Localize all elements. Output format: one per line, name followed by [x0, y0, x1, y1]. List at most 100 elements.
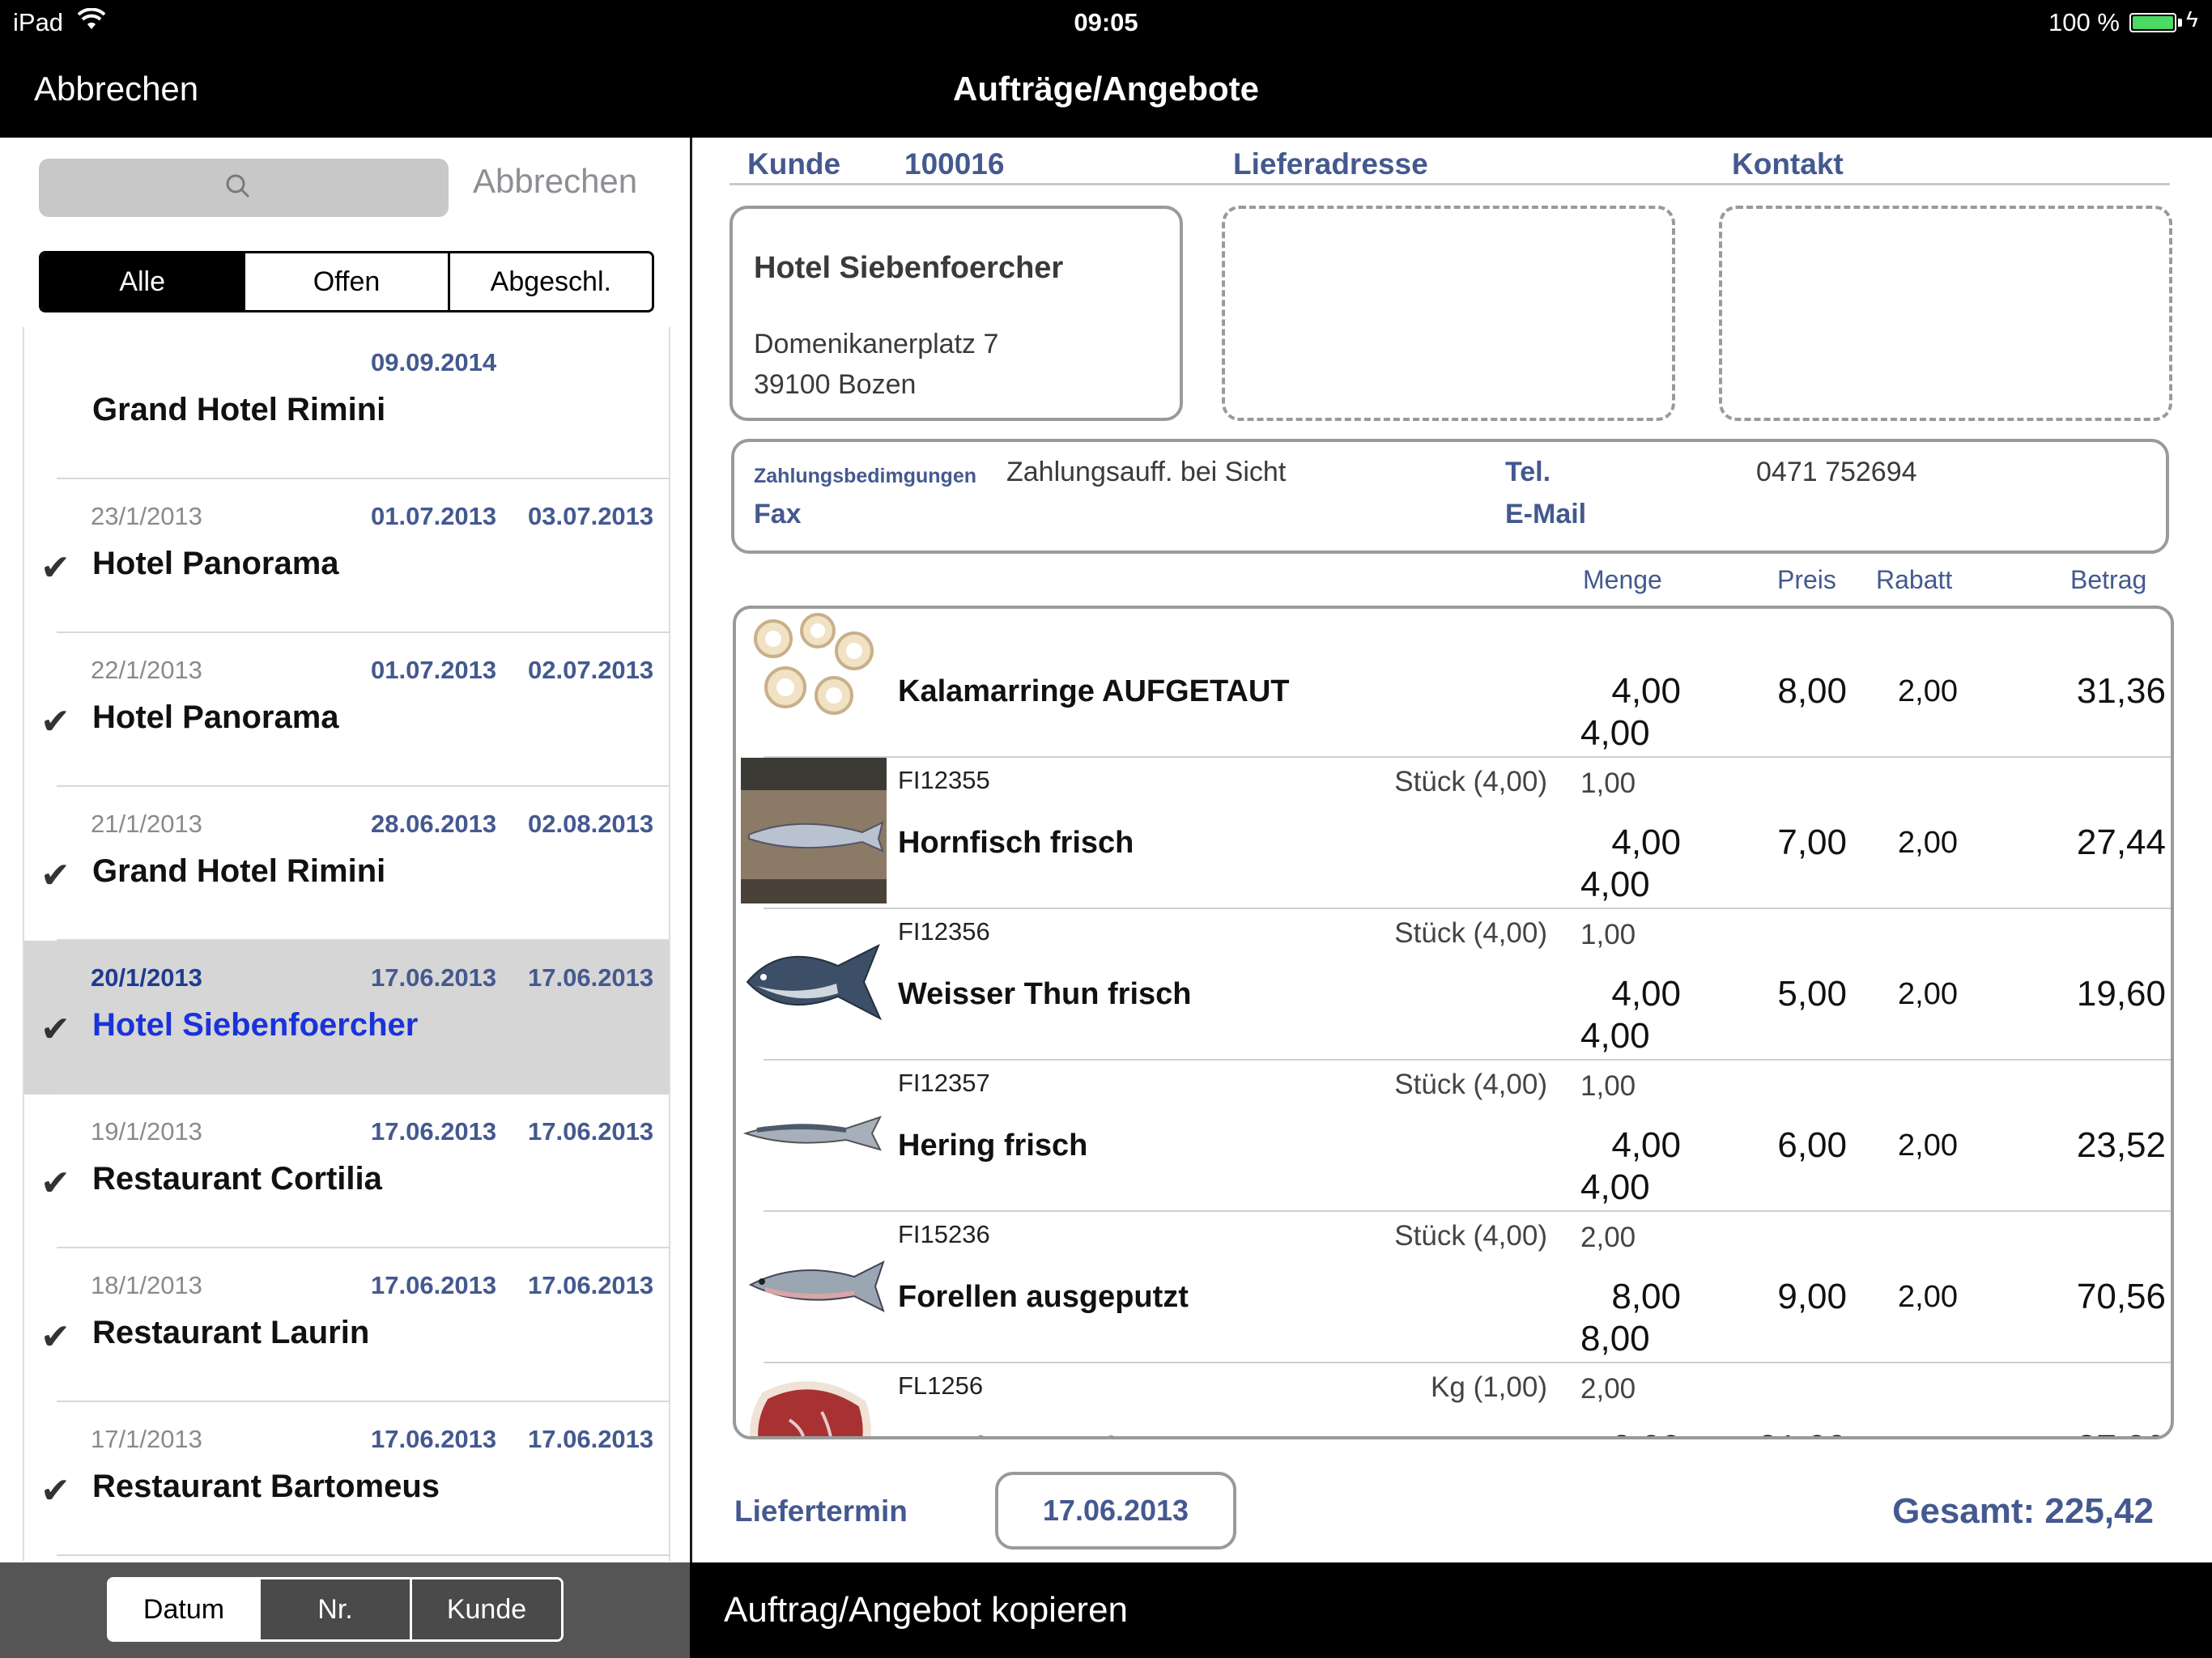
column-price: Preis — [1777, 565, 1836, 594]
product-name: Hering frisch — [898, 1129, 1088, 1163]
delivery-date-label: Liefertermin — [734, 1494, 908, 1528]
copy-order-button[interactable]: Auftrag/Angebot kopieren — [724, 1590, 1128, 1630]
status-bar: iPad 09:05 100 % ϟ — [0, 0, 2212, 45]
column-discount: Rabatt — [1876, 565, 1953, 594]
order-item-row[interactable]: Kalamarringe AUFGETAUT 4,00 4,00 8,00 2,00 31… — [736, 609, 2171, 758]
battery-icon — [2129, 13, 2176, 32]
order-list-pane: Abbrechen Alle Offen Abgeschl. 09.09.201… — [0, 138, 690, 1562]
sort-by-number[interactable]: Nr. — [261, 1579, 412, 1639]
order-date: 17.06.2013 — [371, 1271, 497, 1299]
discount: 2,00 — [1898, 674, 1958, 708]
order-row[interactable]: 20/1/2013 17.06.2013 17.06.2013 ✔ Hotel Sieb… — [24, 941, 669, 1095]
order-total: Gesamt: 225,42 — [1892, 1491, 2154, 1531]
product-name: American Beef — [898, 1431, 1113, 1436]
delivery-address-box[interactable] — [1222, 206, 1675, 421]
line-amount: 19,60 — [2076, 974, 2166, 1014]
order-date: 09.09.2014 — [371, 348, 497, 376]
sort-by-date[interactable]: Datum — [109, 1579, 261, 1639]
nav-cancel-button[interactable]: Abbrechen — [34, 70, 198, 108]
order-number: 21/1/2013 — [91, 810, 202, 838]
discount: 2,00 — [1898, 1129, 1958, 1163]
page-title: Aufträge/Angebote — [953, 70, 1259, 108]
quantity: 2,00 — [1611, 1428, 1681, 1436]
order-customer-name: Restaurant Laurin — [92, 1315, 370, 1350]
order-item-row[interactable]: FI12357 Stück (4,00) Hering frisch 1,00 4,00… — [736, 1061, 2171, 1212]
order-item-row[interactable]: FI15236 Stück (4,00) Forellen ausgeputzt 2,… — [736, 1212, 2171, 1363]
filter-open[interactable]: Offen — [245, 253, 450, 310]
order-item-row[interactable]: FL1256Kg (1,00)American BeefAmerican Bee… — [736, 1363, 2171, 1436]
customer-number: 100016 — [904, 147, 1005, 181]
order-customer-name: Restaurant Cortilia — [92, 1161, 382, 1197]
order-row[interactable]: 21/1/2013 28.06.2013 02.08.2013 ✔ Grand Hote… — [24, 787, 669, 941]
order-row[interactable]: 18/1/2013 17.06.2013 17.06.2013 ✔ Restaurant… — [24, 1248, 669, 1402]
unit-price: 8,00 — [1777, 671, 1847, 711]
quantity: 4,00 — [1611, 1125, 1681, 1165]
clock: 09:05 — [1074, 8, 1138, 36]
checkmark-icon: ✔ — [40, 702, 70, 742]
column-amount: Betrag — [2070, 565, 2147, 594]
product-image — [741, 1363, 887, 1436]
product-code: FI12357 — [898, 1069, 990, 1097]
phone-label: Tel. — [1505, 457, 1551, 487]
order-detail-pane: Kunde 100016 Lieferadresse Kontakt Hotel… — [692, 138, 2212, 1562]
order-item-row[interactable]: FI12355 Stück (4,00) Hornfisch frisch 1,00 4… — [736, 758, 2171, 909]
product-image — [741, 609, 887, 752]
search-icon — [222, 170, 254, 202]
quantity-delivered: 4,00 — [1580, 865, 1650, 904]
order-date: 28.06.2013 — [371, 810, 497, 838]
quantity: 4,00 — [1611, 823, 1681, 862]
order-customer-name: Restaurant Bartomeus — [92, 1469, 440, 1504]
discount: 2,00 — [1898, 977, 1958, 1011]
customer-name: Hotel Siebenfoercher — [754, 251, 1064, 285]
sort-bar: Datum Nr. Kunde — [0, 1562, 690, 1658]
filter-all[interactable]: Alle — [41, 253, 246, 310]
checkmark-icon: ✔ — [40, 1010, 70, 1049]
sort-by-customer[interactable]: Kunde — [412, 1579, 561, 1639]
quantity-delivered: 4,00 — [1580, 1167, 1650, 1207]
line-amount: 37,80 — [2077, 1428, 2166, 1436]
product-unit: Stück (4,00) — [1394, 1069, 1547, 1100]
delivery-address-label: Lieferadresse — [1233, 147, 1428, 181]
search-cancel-button[interactable]: Abbrechen — [473, 162, 637, 201]
unit-price: 6,00 — [1777, 1125, 1847, 1165]
product-unit: Stück (4,00) — [1394, 766, 1547, 797]
order-customer-name: Grand Hotel Rimini — [92, 853, 386, 889]
discount: 2,00 — [1898, 1280, 1958, 1314]
order-customer-name: Hotel Panorama — [92, 546, 339, 581]
product-unit: Kg (1,00) — [1431, 1371, 1547, 1403]
delivery-date: 17.06.2013 — [528, 1117, 654, 1146]
line-amount: 31,36 — [2076, 671, 2166, 711]
order-row[interactable]: 19/1/2013 17.06.2013 17.06.2013 ✔ Restaurant… — [24, 1095, 669, 1248]
checkmark-icon: ✔ — [40, 1471, 70, 1511]
contact-label: Kontakt — [1732, 147, 1844, 181]
contact-box[interactable] — [1719, 206, 2172, 421]
delivery-date-button[interactable]: 17.06.2013 — [995, 1472, 1236, 1550]
charging-icon: ϟ — [2186, 6, 2198, 32]
quantity-delivered: 4,00 — [1580, 713, 1650, 753]
discount: 2,00 — [1898, 826, 1958, 860]
order-number: 23/1/2013 — [91, 502, 202, 530]
copy-toolbar: Auftrag/Angebot kopieren — [690, 1562, 2212, 1658]
order-row[interactable]: 09.09.2014 Grand Hotel Rimini — [24, 327, 669, 479]
customer-street: Domenikanerplatz 7 — [754, 329, 999, 359]
nav-bar: Abbrechen Aufträge/Angebote — [0, 45, 2212, 138]
order-row[interactable]: 22/1/2013 01.07.2013 02.07.2013 ✔ Hotel Pano… — [24, 633, 669, 787]
discount: 10,00 — [1881, 1431, 1958, 1436]
fax-label: Fax — [754, 499, 802, 529]
order-date: 01.07.2013 — [371, 502, 497, 530]
filter-closed[interactable]: Abgeschl. — [449, 253, 652, 310]
customer-address-box[interactable]: Hotel Siebenfoercher Domenikanerplatz 7 … — [730, 206, 1183, 421]
order-row[interactable]: 23/1/2013 01.07.2013 03.07.2013 ✔ Hotel Pano… — [24, 479, 669, 633]
delivery-date: 17.06.2013 — [528, 963, 654, 992]
order-number: 18/1/2013 — [91, 1271, 202, 1299]
payment-terms-value: Zahlungsauff. bei Sicht — [1006, 457, 1287, 487]
sort-segment: Datum Nr. Kunde — [107, 1577, 564, 1642]
search-input[interactable] — [39, 159, 449, 217]
product-name: Weisser Thun frisch — [898, 977, 1192, 1011]
order-item-row[interactable]: FI12356 Stück (4,00) Weisser Thun frisch 1,… — [736, 909, 2171, 1061]
checkmark-icon: ✔ — [40, 1317, 70, 1357]
product-name: Kalamarringe AUFGETAUT — [898, 674, 1290, 708]
checkmark-icon: ✔ — [40, 548, 70, 588]
package-quantity: 1,00 — [1580, 1070, 1636, 1102]
order-row[interactable]: 17/1/2013 17.06.2013 17.06.2013 ✔ Restaurant… — [24, 1402, 669, 1556]
